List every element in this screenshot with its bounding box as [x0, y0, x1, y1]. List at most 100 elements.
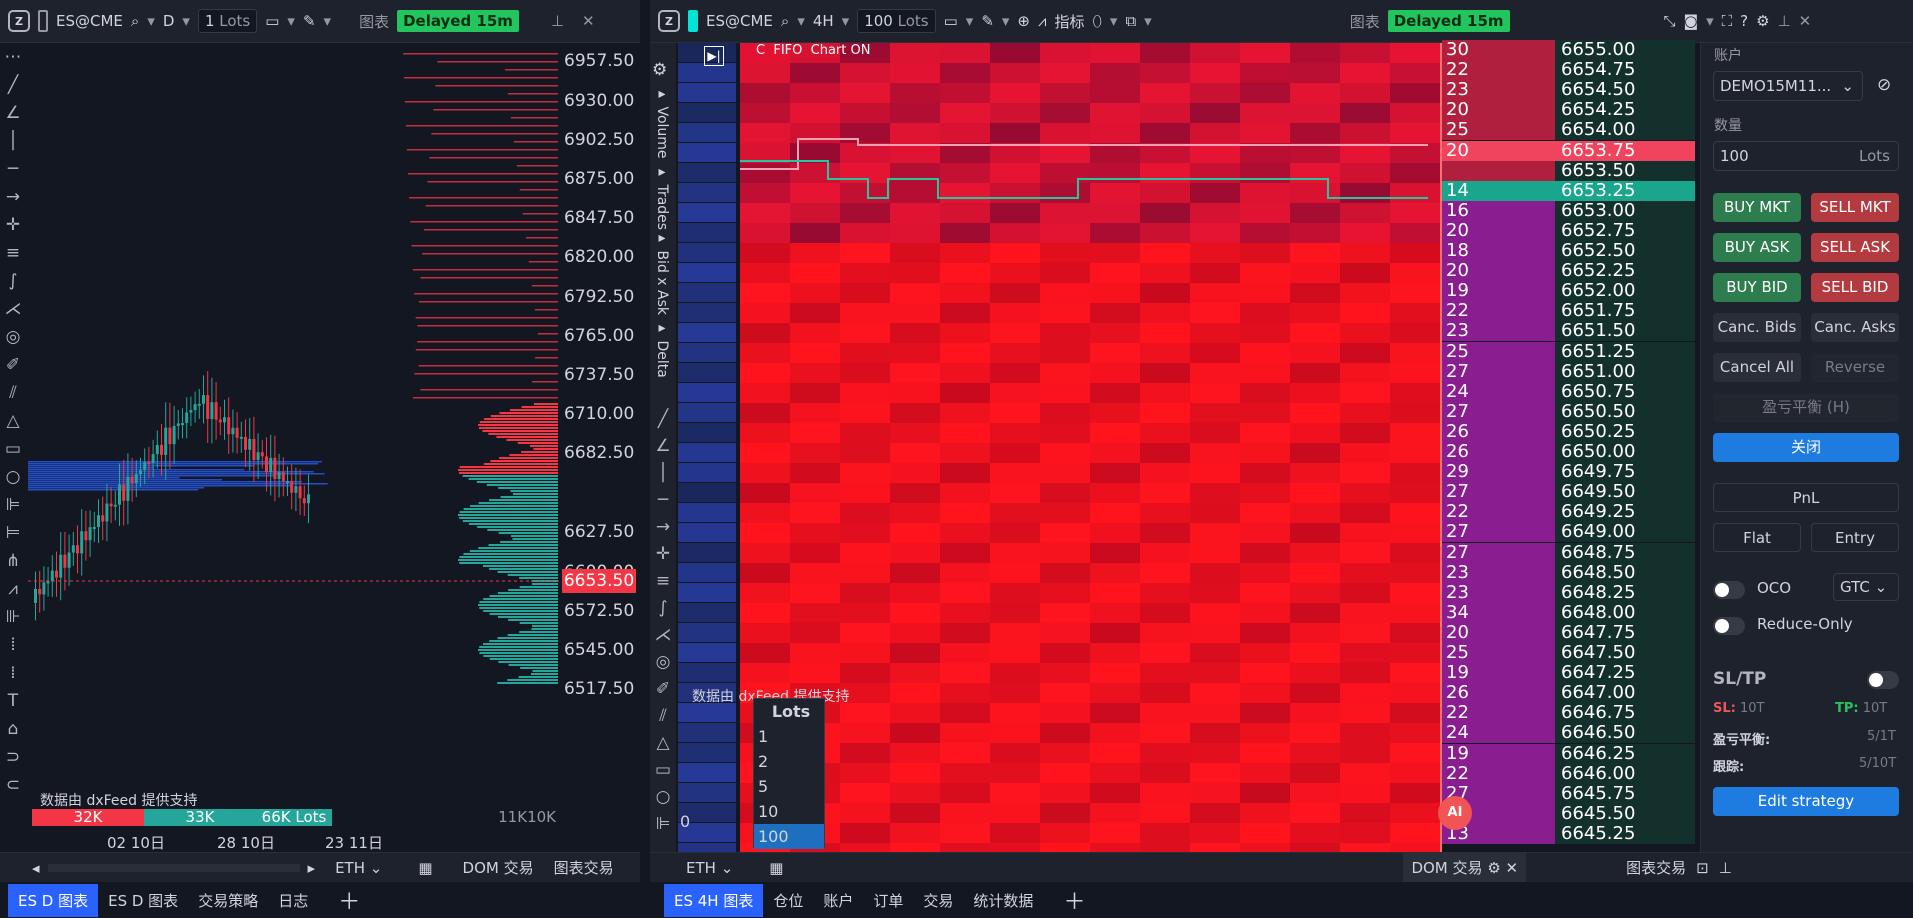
- account-select[interactable]: DEMO15M11... ⌄: [1713, 71, 1863, 101]
- dom-tab[interactable]: DOM 交易 ⚙ ✕: [1403, 853, 1527, 882]
- dom-price-cell[interactable]: 6650.50: [1555, 401, 1695, 422]
- text-icon[interactable]: T: [8, 690, 18, 712]
- left-symbol[interactable]: ES@CME: [56, 12, 123, 30]
- bars-icon[interactable]: ⊫: [656, 813, 671, 835]
- reduce-only-toggle[interactable]: [1713, 617, 1745, 635]
- tab-strategy[interactable]: 交易策略: [188, 884, 268, 917]
- dom-qty-cell[interactable]: 19: [1442, 743, 1562, 764]
- cross-icon[interactable]: ✛: [656, 543, 670, 565]
- tab-log[interactable]: 日志: [268, 884, 318, 917]
- pitchfork-icon[interactable]: ⋌: [5, 298, 22, 320]
- dom-qty-cell[interactable]: 27: [1442, 401, 1562, 422]
- dom-price-cell[interactable]: 6652.00: [1555, 281, 1695, 302]
- dom-qty-cell[interactable]: 20: [1442, 220, 1562, 241]
- entry-button[interactable]: Entry: [1811, 523, 1899, 552]
- calendar-icon[interactable]: ▦: [418, 859, 432, 877]
- dom-price-cell[interactable]: 6647.00: [1555, 683, 1695, 704]
- crosshair-icon[interactable]: ⋯: [5, 46, 22, 68]
- arrow-icon[interactable]: →: [656, 516, 670, 538]
- dom-price-cell[interactable]: 6646.50: [1555, 723, 1695, 744]
- dom-price-cell[interactable]: 6652.25: [1555, 261, 1695, 282]
- dom-trade-button[interactable]: DOM 交易: [463, 857, 534, 878]
- tab-statistics[interactable]: 统计数据: [963, 884, 1043, 917]
- dom-qty-cell[interactable]: 20: [1442, 140, 1562, 161]
- fullscreen-icon[interactable]: ⛶: [1722, 12, 1733, 30]
- dom-price-cell[interactable]: 6649.25: [1555, 502, 1695, 523]
- chevron-down-icon[interactable]: ▾: [324, 12, 332, 30]
- curve-icon[interactable]: ∫: [659, 597, 668, 619]
- dotted-icon[interactable]: ⁞: [10, 662, 15, 684]
- fork-icon[interactable]: ⋔: [6, 550, 20, 572]
- camera-icon[interactable]: ◙: [1684, 12, 1699, 30]
- dom-qty-cell[interactable]: 34: [1442, 602, 1562, 623]
- dom-price-cell[interactable]: 6651.50: [1555, 321, 1695, 342]
- scroll-right-icon[interactable]: ▸: [308, 859, 316, 877]
- dom-qty-cell[interactable]: 22: [1442, 301, 1562, 322]
- search-icon[interactable]: ⌕: [781, 12, 789, 30]
- dom-qty-cell[interactable]: 23: [1442, 562, 1562, 583]
- dom-price-cell[interactable]: 6650.25: [1555, 421, 1695, 442]
- pencil-icon[interactable]: ✎: [981, 12, 994, 30]
- horizontal-line-icon[interactable]: ─: [658, 489, 668, 511]
- sell-bid-button[interactable]: SELL BID: [1811, 273, 1899, 302]
- pin-icon[interactable]: ⊥: [1719, 859, 1732, 877]
- add-tab-icon[interactable]: ＋: [328, 878, 370, 918]
- lots-option-100[interactable]: 100: [754, 824, 824, 849]
- curve-icon[interactable]: ∫: [9, 270, 18, 292]
- circle-icon[interactable]: ○: [656, 786, 671, 808]
- sell-mkt-button[interactable]: SELL MKT: [1811, 193, 1899, 222]
- label-icon[interactable]: ⊃: [6, 746, 20, 768]
- tif-select[interactable]: GTC ⌄: [1833, 573, 1899, 601]
- dom-qty-cell[interactable]: 19: [1442, 281, 1562, 302]
- buy-bid-button[interactable]: BUY BID: [1713, 273, 1801, 302]
- dom-price-cell[interactable]: 6646.25: [1555, 743, 1695, 764]
- collapse-panel-icon[interactable]: ▶|: [704, 46, 724, 66]
- dom-price-cell[interactable]: 6654.00: [1555, 120, 1695, 141]
- calendar-icon[interactable]: ▦: [769, 859, 783, 877]
- dom-qty-cell[interactable]: 29: [1442, 462, 1562, 483]
- lots-option-5[interactable]: 5: [754, 774, 824, 799]
- side-label-delta[interactable]: ▸ Delta: [654, 320, 670, 378]
- dom-price-cell[interactable]: 6648.50: [1555, 562, 1695, 583]
- color-marker-icon[interactable]: [38, 10, 48, 32]
- right-symbol[interactable]: ES@CME: [706, 12, 773, 30]
- dom-qty-cell[interactable]: 22: [1442, 763, 1562, 784]
- dom-qty-cell[interactable]: 20: [1442, 622, 1562, 643]
- ruler-icon[interactable]: ✐: [6, 354, 20, 376]
- dom-price-cell[interactable]: 6647.75: [1555, 622, 1695, 643]
- circle-icon[interactable]: ○: [6, 466, 21, 488]
- dom-qty-cell[interactable]: 22: [1442, 502, 1562, 523]
- left-qty-input[interactable]: 1 Lots: [197, 9, 258, 33]
- arrow-icon[interactable]: →: [6, 186, 20, 208]
- dom-price-cell[interactable]: 6645.25: [1555, 823, 1695, 844]
- dom-price-cell[interactable]: 6653.50: [1555, 160, 1695, 181]
- triangle-icon[interactable]: △: [656, 732, 669, 754]
- close-icon[interactable]: ✕: [1799, 12, 1812, 30]
- search-icon[interactable]: ⌕: [131, 12, 139, 30]
- angle-icon[interactable]: ∠: [5, 102, 20, 124]
- right-qty-input[interactable]: 100 Lots: [857, 9, 936, 33]
- dom-qty-cell[interactable]: [1442, 160, 1562, 181]
- chevron-down-icon[interactable]: ▾: [1706, 12, 1714, 30]
- chevron-down-icon[interactable]: ▾: [147, 12, 155, 30]
- dom-qty-cell[interactable]: 27: [1442, 542, 1562, 563]
- dom-qty-cell[interactable]: 19: [1442, 663, 1562, 684]
- dom-qty-cell[interactable]: 16: [1442, 200, 1562, 221]
- side-label-trades[interactable]: ▸ Trades: [654, 164, 670, 230]
- dom-qty-cell[interactable]: 26: [1442, 683, 1562, 704]
- side-label-bidask[interactable]: ▸ Bid x Ask: [654, 230, 670, 315]
- cancel-bids-button[interactable]: Canc. Bids: [1713, 313, 1801, 342]
- dom-price-cell[interactable]: 6653.00: [1555, 200, 1695, 221]
- dom-price-cell[interactable]: 6645.75: [1555, 783, 1695, 804]
- help-icon[interactable]: ?: [1740, 12, 1748, 30]
- dom-price-cell[interactable]: 6652.50: [1555, 241, 1695, 261]
- dom-price-cell[interactable]: 6651.00: [1555, 361, 1695, 382]
- left-interval[interactable]: D: [163, 12, 175, 30]
- bars-icon[interactable]: ⊫: [6, 494, 21, 516]
- dom-qty-cell[interactable]: 23: [1442, 321, 1562, 342]
- rectangle-icon[interactable]: ▭: [655, 759, 671, 781]
- dom-qty-cell[interactable]: 20: [1442, 261, 1562, 282]
- mouse-icon[interactable]: ⬯: [1092, 12, 1101, 30]
- sltp-toggle[interactable]: [1867, 671, 1899, 689]
- close-position-button[interactable]: 关闭: [1713, 433, 1899, 462]
